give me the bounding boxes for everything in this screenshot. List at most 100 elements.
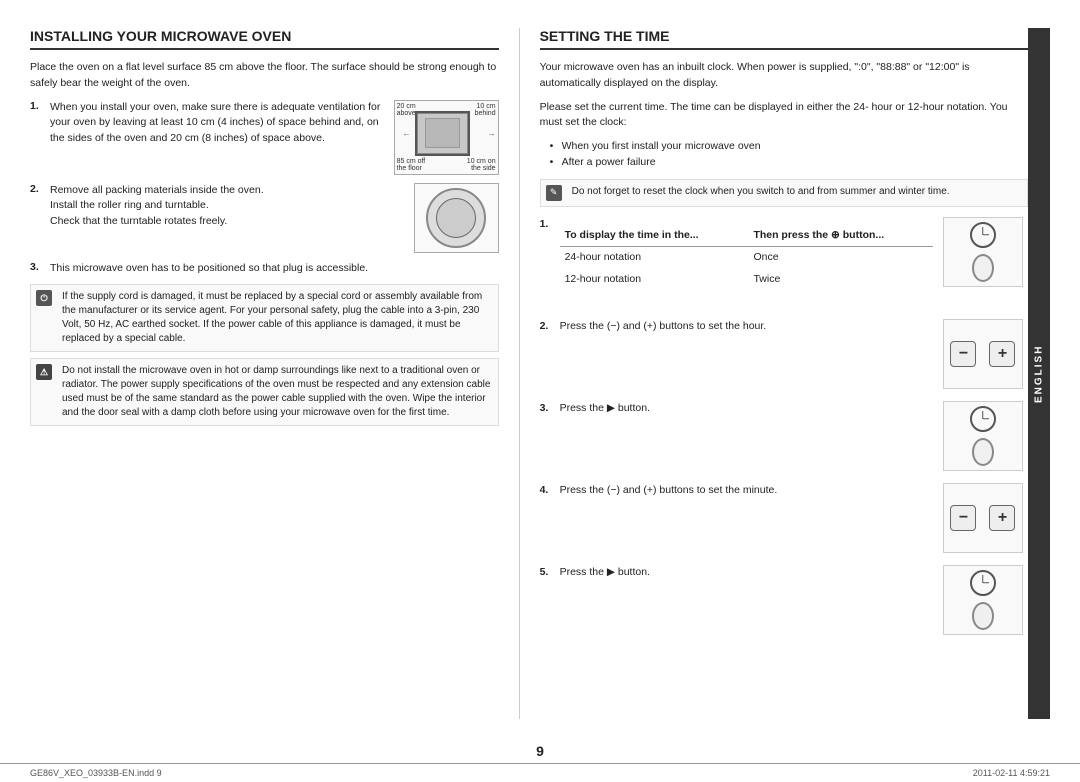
- right-inner: SETTING THE TIME Your microwave oven has…: [540, 28, 1028, 719]
- turntable-ring: [426, 188, 486, 248]
- step3-num: 3.: [30, 261, 46, 277]
- step2-text1: Remove all packing materials inside the …: [50, 183, 264, 199]
- right-column: SETTING THE TIME Your microwave oven has…: [520, 28, 1050, 719]
- ventilation-diagram: 20 cmabove 10 cmbehind ← → 85 cm offthe …: [394, 100, 499, 175]
- setting-step5: 5. Press the ▶ button.: [540, 565, 1028, 635]
- install-step1-text: 1. When you install your oven, make sure…: [30, 100, 386, 153]
- oven-door: [425, 118, 460, 148]
- bullet-2: After a power failure: [550, 155, 1028, 171]
- twice: Twice: [748, 269, 933, 291]
- setting-note-text: Do not forget to reset the clock when yo…: [572, 185, 950, 199]
- step5-label: Press the ▶ button.: [560, 565, 650, 581]
- install-note2: ⚠ Do not install the microwave oven in h…: [30, 358, 499, 426]
- step1-content: When you install your oven, make sure th…: [50, 100, 386, 147]
- plug-icon-area: ⏻: [36, 290, 58, 306]
- oven-box: [415, 111, 470, 156]
- setting-details: Please set the current time. The time ca…: [540, 100, 1028, 132]
- step3-diagram: [943, 401, 1028, 471]
- setting-step4-text: 4. Press the (−) and (+) buttons to set …: [540, 483, 933, 499]
- step2-num-r: 2.: [540, 319, 556, 335]
- table-row: 12-hour notation Twice: [560, 269, 933, 291]
- col2-header: Then press the ⊕ button...: [748, 225, 933, 247]
- setting-step1-text: 1. To display the time in the... Then pr…: [540, 217, 933, 307]
- clock-hand-h-3: [983, 418, 989, 420]
- notation-24: 24-hour notation: [560, 247, 749, 269]
- install-intro: Place the oven on a flat level surface 8…: [30, 60, 499, 92]
- step5-diagram-box: [943, 565, 1023, 635]
- page-footer: GE86V_XEO_03933B-EN.indd 9 2011-02-11 4:…: [0, 763, 1080, 782]
- vent-label-top-right: 10 cmbehind: [475, 103, 496, 117]
- plus-button-1: +: [989, 341, 1015, 367]
- note-pencil-icon: ✎: [546, 185, 562, 201]
- step2-label: Press the (−) and (+) buttons to set the…: [560, 319, 767, 335]
- clock-icon-3: [970, 406, 996, 432]
- oval-button-1: [972, 254, 994, 282]
- setting-step3-text: 3. Press the ▶ button.: [540, 401, 933, 417]
- step4-label: Press the (−) and (+) buttons to set the…: [560, 483, 778, 499]
- clock-icon-5: [970, 570, 996, 596]
- install-title: INSTALLING YOUR MICROWAVE OVEN: [30, 28, 499, 50]
- footer-right: 2011-02-11 4:59:21: [973, 768, 1050, 778]
- setting-step1: 1. To display the time in the... Then pr…: [540, 217, 1028, 307]
- left-column: INSTALLING YOUR MICROWAVE OVEN Place the…: [30, 28, 520, 719]
- plus-button-2: +: [989, 505, 1015, 531]
- step1-num: 1.: [30, 100, 46, 147]
- turntable-diagram: [414, 183, 499, 253]
- col1-header: To display the time in the...: [560, 225, 749, 247]
- notation-12: 12-hour notation: [560, 269, 749, 291]
- turntable-plate: [436, 198, 476, 238]
- step3-label: Press the ▶ button.: [560, 401, 650, 417]
- step4-num-r: 4.: [540, 483, 556, 499]
- language-sidebar: ENGLISH: [1028, 28, 1050, 719]
- note2-text: Do not install the microwave oven in hot…: [62, 364, 493, 420]
- setting-intro: Your microwave oven has an inbuilt clock…: [540, 60, 1028, 92]
- once: Once: [748, 247, 933, 269]
- vent-label-top-left: 20 cmabove: [397, 103, 416, 117]
- page-number: 9: [0, 739, 1080, 763]
- vent-label-bottom-left: 85 cm offthe floor: [397, 158, 426, 172]
- warning-icon-area: ⚠: [36, 364, 58, 380]
- setting-note: ✎ Do not forget to reset the clock when …: [540, 179, 1028, 207]
- step2-diagram: − +: [943, 319, 1028, 389]
- install-step2: 2. Remove all packing materials inside t…: [30, 183, 499, 253]
- oval-button-5: [972, 602, 994, 630]
- main-content: INSTALLING YOUR MICROWAVE OVEN Place the…: [0, 0, 1080, 739]
- vent-label-bottom-right: 10 cm onthe side: [467, 158, 496, 172]
- step3-diagram-box: [943, 401, 1023, 471]
- step5-num-r: 5.: [540, 565, 556, 581]
- minus-button-1: −: [950, 341, 976, 367]
- time-notation-table: To display the time in the... Then press…: [560, 225, 933, 291]
- plug-icon: ⏻: [36, 290, 52, 306]
- note1-text: If the supply cord is damaged, it must b…: [62, 290, 493, 346]
- setting-step5-text: 5. Press the ▶ button.: [540, 565, 933, 581]
- step5-diagram: [943, 565, 1028, 635]
- table-row: 24-hour notation Once: [560, 247, 933, 269]
- page-container: INSTALLING YOUR MICROWAVE OVEN Place the…: [0, 0, 1080, 782]
- step2-num: 2.: [30, 183, 46, 195]
- setting-step3: 3. Press the ▶ button.: [540, 401, 1028, 471]
- note-icon-area: ✎: [546, 185, 568, 201]
- step3-text: This microwave oven has to be positioned…: [50, 261, 368, 277]
- clock-icon-1: [970, 222, 996, 248]
- clock-hand-h: [983, 234, 989, 236]
- step3-num-r: 3.: [540, 401, 556, 417]
- step2-text3: Check that the turntable rotates freely.: [50, 214, 264, 230]
- install-step2-text: 2. Remove all packing materials inside t…: [30, 183, 406, 230]
- setting-step4: 4. Press the (−) and (+) buttons to set …: [540, 483, 1028, 553]
- step4-diagram: − +: [943, 483, 1028, 553]
- oval-button-3: [972, 438, 994, 466]
- plus-minus-box-1: − +: [943, 319, 1023, 389]
- setting-step2: 2. Press the (−) and (+) buttons to set …: [540, 319, 1028, 389]
- warning-icon: ⚠: [36, 364, 52, 380]
- step1-diagram-box: [943, 217, 1023, 287]
- setting-step2-text: 2. Press the (−) and (+) buttons to set …: [540, 319, 933, 335]
- setting-title: SETTING THE TIME: [540, 28, 1028, 50]
- step1-diagram: [943, 217, 1028, 287]
- step2-text2: Install the roller ring and turntable.: [50, 198, 264, 214]
- clock-hand-h-5: [983, 582, 989, 584]
- plus-minus-box-2: − +: [943, 483, 1023, 553]
- bullet-1: When you first install your microwave ov…: [550, 139, 1028, 155]
- arrow-right: →: [488, 129, 496, 138]
- arrow-left: ←: [403, 129, 411, 138]
- minus-button-2: −: [950, 505, 976, 531]
